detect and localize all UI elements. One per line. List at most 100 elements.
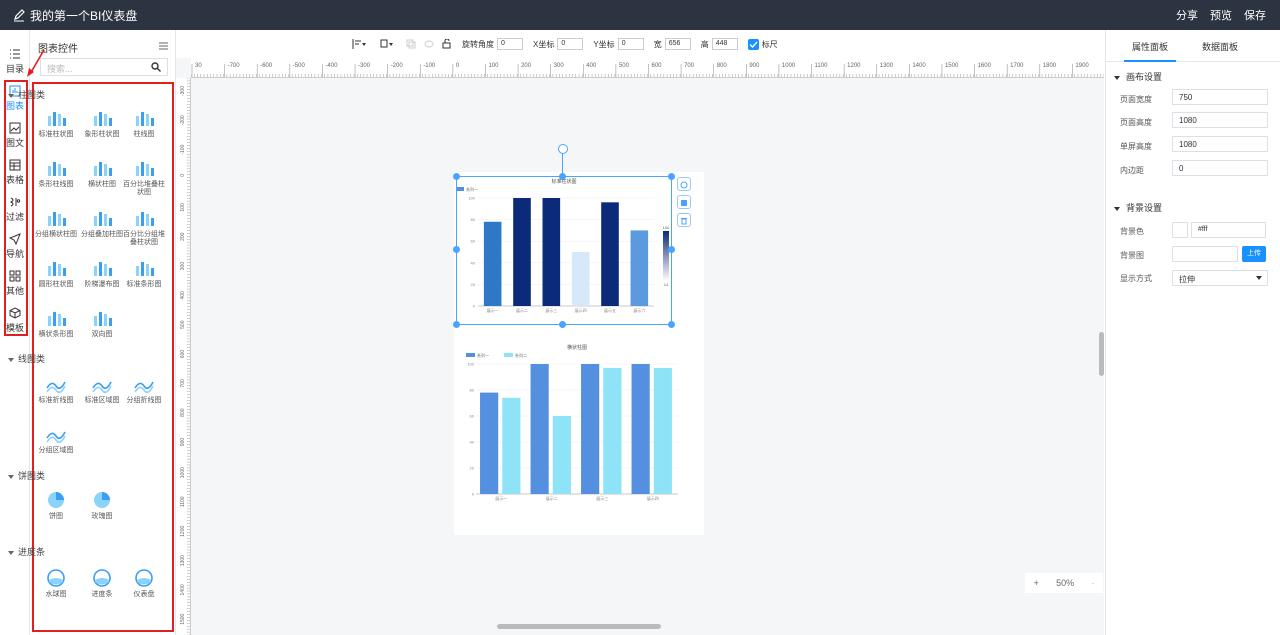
image-text-icon bbox=[9, 122, 21, 134]
bar[interactable] bbox=[653, 367, 672, 494]
rail-item-other[interactable]: 其他 bbox=[4, 266, 26, 300]
rail-item-navigation[interactable]: 导航 bbox=[4, 229, 26, 263]
copy-icon[interactable] bbox=[406, 39, 416, 49]
background-settings-header[interactable]: 背景设置 bbox=[1114, 201, 1162, 214]
section-bar-charts[interactable]: 柱图类 bbox=[8, 88, 45, 101]
save-button[interactable]: 保存 bbox=[1244, 7, 1266, 23]
horizontal-scrollbar[interactable] bbox=[497, 624, 661, 629]
chart-component-item[interactable]: 进度条 bbox=[79, 568, 125, 599]
chart-component-item[interactable]: 玫瑰图 bbox=[79, 490, 125, 521]
resize-handle-br[interactable] bbox=[668, 321, 675, 328]
tab-data[interactable]: 数据面板 bbox=[1176, 40, 1264, 53]
x-input[interactable]: 0 bbox=[557, 38, 584, 50]
bg-color-swatch[interactable] bbox=[1172, 222, 1188, 238]
chart-component-item[interactable]: 象形柱状图 bbox=[79, 108, 125, 139]
zoom-out-button[interactable]: - bbox=[1091, 578, 1094, 588]
ruler-tick-label: 100 bbox=[488, 63, 499, 69]
chart-component-item[interactable]: 饼图 bbox=[33, 490, 79, 521]
ruler-tick-label: 700 bbox=[180, 379, 186, 388]
bar[interactable] bbox=[631, 364, 650, 494]
layer-dropdown[interactable] bbox=[380, 38, 400, 50]
rotate-handle[interactable] bbox=[558, 144, 568, 154]
height-input[interactable]: 448 bbox=[711, 38, 738, 50]
chart-component-item[interactable]: 条形柱线图 bbox=[33, 158, 79, 189]
chart-component-item[interactable]: 水球图 bbox=[33, 568, 79, 599]
padding-input[interactable]: 0 bbox=[1172, 160, 1268, 176]
zoom-in-button[interactable]: + bbox=[1034, 578, 1039, 588]
resize-handle-t[interactable] bbox=[559, 173, 566, 180]
widget-copy-button[interactable] bbox=[677, 195, 691, 209]
ruler-tick-label: 300 bbox=[180, 262, 186, 271]
chart-component-item[interactable]: 双向图 bbox=[79, 308, 125, 339]
upload-button[interactable]: 上传 bbox=[1242, 246, 1266, 262]
collapse-menu-icon[interactable] bbox=[159, 42, 168, 50]
chart-component-item[interactable]: 横状条形图 bbox=[33, 308, 79, 339]
dashboard-title[interactable]: 我的第一个BI仪表盘 bbox=[30, 7, 137, 24]
rail-item-template[interactable]: 模板 bbox=[4, 303, 26, 337]
component-search-input[interactable]: 搜索... bbox=[40, 58, 168, 76]
share-button[interactable]: 分享 bbox=[1176, 7, 1198, 23]
rail-item-filter[interactable]: 过滤 bbox=[4, 192, 26, 226]
preview-button[interactable]: 预览 bbox=[1210, 7, 1232, 23]
width-input[interactable]: 656 bbox=[664, 38, 691, 50]
widget-setting-button[interactable] bbox=[677, 177, 691, 191]
resize-handle-tr[interactable] bbox=[668, 173, 675, 180]
section-pie-charts[interactable]: 饼图类 bbox=[8, 469, 45, 482]
resize-handle-b[interactable] bbox=[559, 321, 566, 328]
canvas-settings-header[interactable]: 画布设置 bbox=[1114, 70, 1162, 83]
ruler-tick-label: 1200 bbox=[847, 63, 861, 69]
chart-component-item[interactable]: 仪表盘 bbox=[121, 568, 167, 599]
bar[interactable] bbox=[530, 364, 549, 494]
bar[interactable] bbox=[552, 416, 571, 494]
chart-component-item[interactable]: 分组横状柱图 bbox=[33, 208, 79, 239]
screen-height-input[interactable]: 1080 bbox=[1172, 136, 1268, 152]
align-dropdown[interactable] bbox=[352, 38, 374, 50]
rail-label: 导航 bbox=[5, 249, 24, 259]
chart-component-item[interactable]: 分组折线图 bbox=[121, 374, 167, 405]
chart-component-item[interactable]: 标准折线图 bbox=[33, 374, 79, 405]
widget-delete-button[interactable] bbox=[677, 213, 691, 227]
edit-pen-icon[interactable] bbox=[12, 8, 26, 22]
resize-handle-tl[interactable] bbox=[453, 173, 460, 180]
bar-chart-grouped[interactable]: 横状柱图系列一 系列二 0 20 40 60 80 100 展示一 展示二 展示三 展示四 bbox=[456, 338, 702, 514]
chart-component-item[interactable]: 横状柱图 bbox=[79, 158, 125, 189]
chart-component-item[interactable]: 柱线图 bbox=[121, 108, 167, 139]
bg-image-input[interactable] bbox=[1172, 246, 1238, 262]
bar[interactable] bbox=[480, 392, 499, 494]
rotate-input[interactable]: 0 bbox=[497, 38, 523, 50]
chart-component-item[interactable]: 标准条形图 bbox=[121, 258, 167, 289]
chart-component-item[interactable]: 标准区域图 bbox=[79, 374, 125, 405]
ruler-checkbox[interactable] bbox=[747, 38, 759, 50]
rail-item-image-text[interactable]: 图文 bbox=[4, 118, 26, 152]
y-input[interactable]: 0 bbox=[617, 38, 644, 50]
unlock-icon[interactable] bbox=[442, 39, 452, 49]
chart-component-item[interactable]: 百分比堆叠柱状图 bbox=[121, 158, 167, 197]
chart-component-item[interactable]: 标准柱状图 bbox=[33, 108, 79, 139]
chart-type-icon bbox=[94, 262, 112, 276]
chart-component-item[interactable]: 圆形柱状图 bbox=[33, 258, 79, 289]
search-icon[interactable] bbox=[151, 62, 161, 72]
resize-handle-bl[interactable] bbox=[453, 321, 460, 328]
bar[interactable] bbox=[581, 364, 600, 494]
page-height-input[interactable]: 1080 bbox=[1172, 112, 1268, 128]
chart-component-item[interactable]: 阶梯瀑布图 bbox=[79, 258, 125, 289]
page-width-input[interactable]: 750 bbox=[1172, 89, 1268, 105]
chart-type-icon bbox=[94, 212, 112, 226]
rail-item-table[interactable]: 表格 bbox=[4, 155, 26, 189]
chart-component-item[interactable]: 分组区域图 bbox=[33, 424, 79, 455]
vertical-scrollbar[interactable] bbox=[1099, 332, 1104, 376]
link-icon[interactable] bbox=[424, 39, 436, 49]
bar[interactable] bbox=[603, 367, 622, 494]
section-progress[interactable]: 进度条 bbox=[8, 545, 45, 558]
bar[interactable] bbox=[502, 397, 521, 494]
screen-height-label: 单屏高度 bbox=[1120, 142, 1152, 151]
resize-handle-l[interactable] bbox=[453, 246, 460, 253]
bg-color-input[interactable]: #fff bbox=[1191, 222, 1266, 238]
resize-handle-r[interactable] bbox=[668, 246, 675, 253]
chart-component-item[interactable]: 百分比分组堆叠柱状图 bbox=[121, 208, 167, 247]
chart-component-item[interactable]: 分组叠加柱图 bbox=[79, 208, 125, 239]
chart-type-icon bbox=[46, 431, 66, 444]
section-line-charts[interactable]: 线图类 bbox=[8, 352, 45, 365]
chart-component-label: 标准条形图 bbox=[126, 281, 162, 288]
display-mode-select[interactable]: 拉伸 bbox=[1172, 270, 1268, 286]
